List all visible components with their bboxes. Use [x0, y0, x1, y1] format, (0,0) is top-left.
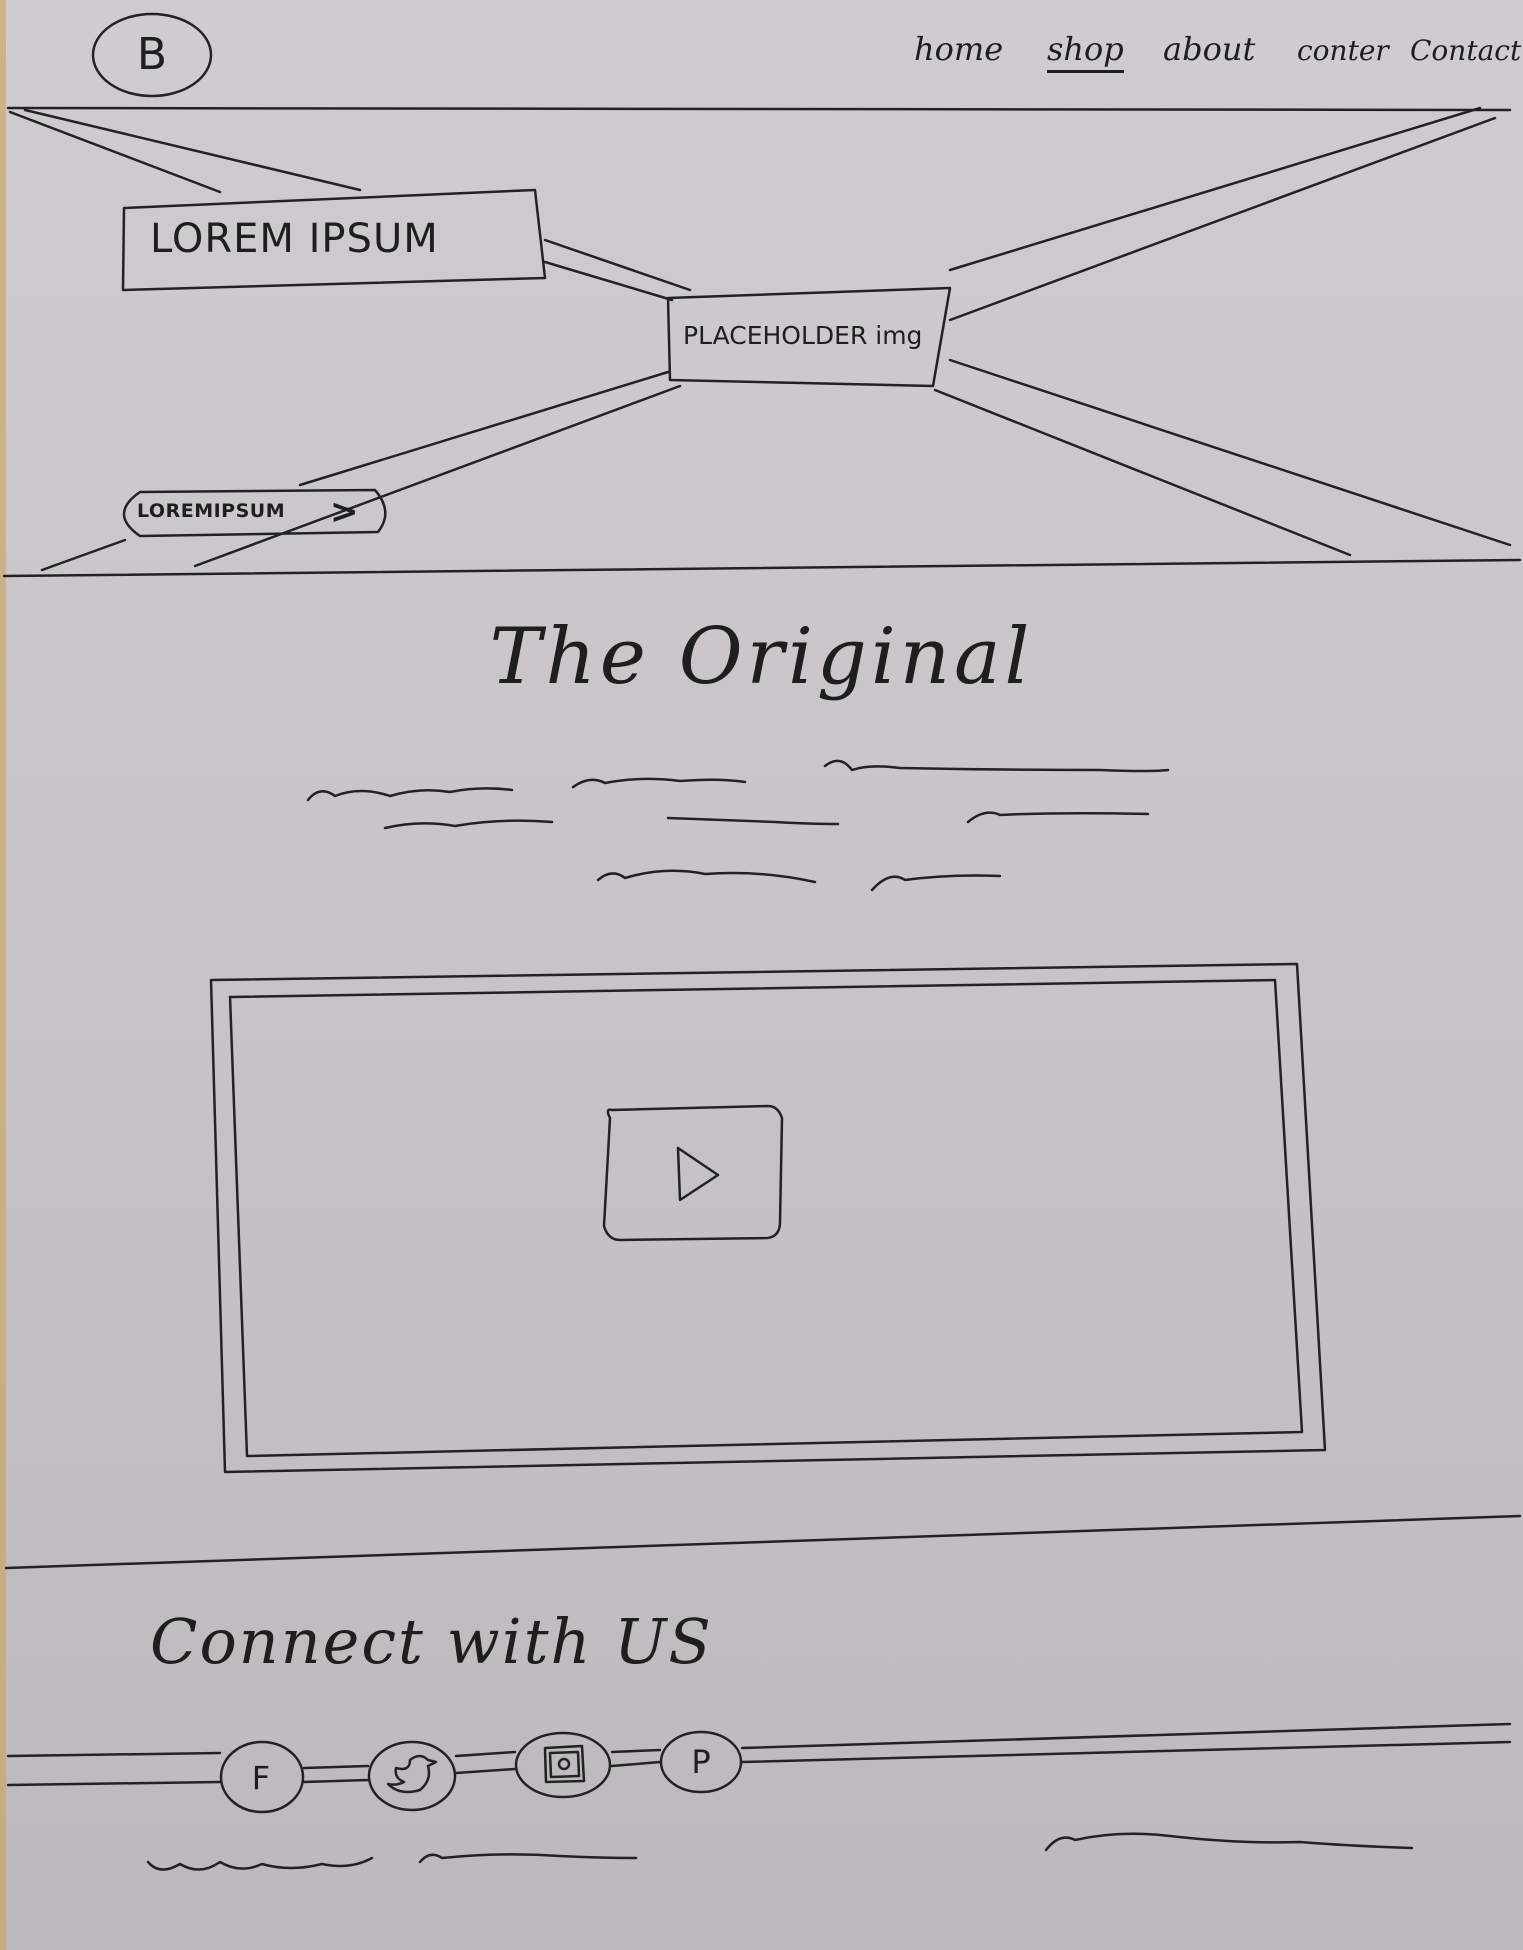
hero-cta-button[interactable]: LOREMIPSUM >	[115, 488, 391, 538]
text-placeholder-line	[870, 874, 1002, 892]
footer-text-line	[418, 1853, 638, 1864]
text-placeholder-line	[823, 759, 1170, 773]
text-placeholder-line	[306, 787, 514, 802]
facebook-icon: F	[251, 1759, 271, 1797]
social-bar-line	[302, 1778, 370, 1784]
social-bar-line	[610, 1760, 662, 1768]
hero-cross-line	[543, 260, 674, 302]
facebook-button[interactable]: F	[219, 1742, 303, 1814]
nav-about-link[interactable]: about	[1163, 30, 1255, 68]
social-bar-line	[6, 1751, 222, 1758]
hero-cross-line	[23, 108, 362, 192]
text-placeholder-line	[596, 869, 817, 884]
hero-title: LOREM IPSUM	[150, 216, 439, 262]
hero-cross-line	[948, 116, 1497, 322]
header-divider	[6, 106, 1512, 112]
hero-cta-label: LOREMIPSUM	[137, 500, 286, 522]
footer-text-line	[1044, 1832, 1414, 1852]
play-button[interactable]	[600, 1105, 782, 1239]
connect-title: Connect with US	[150, 1605, 713, 1678]
nav-contact-link[interactable]: Contact	[1410, 34, 1521, 67]
hero-cross-line	[948, 106, 1482, 272]
wireframe-sketch: B home shop about conter Contact LOREM I…	[0, 0, 1523, 1950]
section-title: The Original	[489, 612, 1034, 702]
hero-cross-line	[193, 384, 682, 568]
hero-cross-line	[40, 538, 127, 572]
hero-cross-line	[298, 370, 670, 487]
social-bar-line	[610, 1748, 662, 1754]
text-placeholder-line	[383, 819, 554, 830]
text-placeholder-line	[666, 816, 840, 826]
logo[interactable]: B	[92, 13, 212, 97]
hero-image-placeholder: PLACEHOLDER img	[683, 321, 923, 350]
text-placeholder-line	[966, 811, 1150, 824]
hero-divider	[2, 558, 1522, 578]
instagram-button[interactable]	[514, 1732, 612, 1798]
social-bar-line	[302, 1764, 370, 1770]
twitter-button[interactable]	[368, 1740, 456, 1812]
footer-divider	[4, 1514, 1522, 1570]
pinterest-icon: P	[691, 1743, 711, 1781]
pinterest-button[interactable]: P	[660, 1731, 742, 1793]
footer-text-line	[146, 1856, 374, 1871]
hero-cross-line	[8, 110, 222, 194]
social-bar-line	[454, 1750, 517, 1758]
text-placeholder-line	[571, 777, 747, 789]
social-bar-line	[454, 1767, 517, 1775]
logo-letter: B	[136, 29, 168, 80]
nav-home-link[interactable]: home	[914, 30, 1003, 68]
chevron-right-icon: >	[330, 492, 359, 532]
nav-conter-link[interactable]: conter	[1297, 34, 1389, 67]
hero-cross-line	[948, 358, 1512, 547]
nav-shop-link[interactable]: shop	[1047, 30, 1124, 73]
social-bar-line	[6, 1780, 222, 1787]
